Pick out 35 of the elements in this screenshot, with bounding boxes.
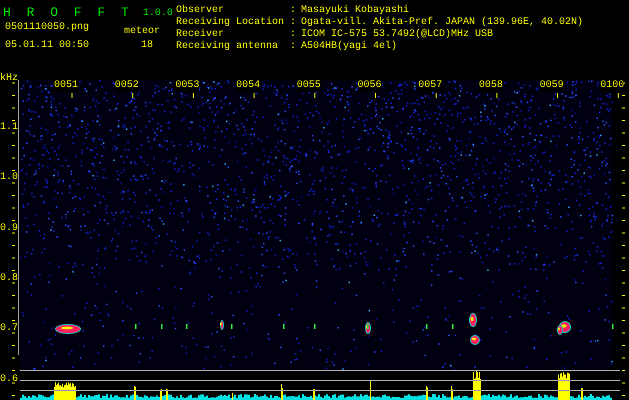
time-label: 0059 bbox=[540, 80, 564, 92]
separator: : bbox=[290, 5, 298, 17]
separator: : bbox=[290, 29, 298, 41]
axis-label: 0.9 bbox=[0, 222, 18, 235]
time-label: 0100 bbox=[600, 80, 624, 92]
time-label: 0051 bbox=[54, 80, 78, 92]
axis-label: 0.6 bbox=[0, 374, 18, 386]
info-label: Observer bbox=[176, 5, 226, 16]
info-label: Receiving antenna bbox=[176, 41, 280, 53]
separator: : bbox=[290, 41, 298, 53]
axis-label: 1.0 bbox=[0, 172, 18, 184]
separator: : bbox=[290, 17, 298, 29]
axis-label: 0.7 bbox=[0, 323, 18, 336]
app-title: H R O F F T bbox=[3, 6, 133, 20]
axis-label: 0.8 bbox=[0, 272, 18, 285]
date-time: 05.01.11 00:50 bbox=[5, 40, 90, 52]
time-label: 0058 bbox=[478, 80, 503, 92]
info-label: Receiving Location bbox=[176, 17, 286, 28]
time-label: 0056 bbox=[358, 80, 382, 92]
file-name: 0501110050.png bbox=[5, 22, 90, 34]
app-version: 1.0.0 bbox=[142, 8, 173, 20]
axis-label: 1.1 bbox=[0, 122, 18, 134]
info-value: A504HB(yagi 4el) bbox=[301, 41, 398, 53]
time-label: 0054 bbox=[236, 80, 260, 92]
time-label: 0055 bbox=[296, 80, 321, 92]
time-label: 0053 bbox=[175, 80, 200, 92]
meteor-label: meteor bbox=[124, 26, 160, 38]
meteor-count: 18 bbox=[141, 40, 154, 52]
info-value: Ogata-vill. Akita-Pref. JAPAN (139.96E, 40.02N) bbox=[301, 17, 584, 28]
info-value: Masayuki Kobayashi bbox=[301, 5, 410, 16]
time-label: 0052 bbox=[114, 80, 139, 92]
axis-unit: kHz bbox=[0, 73, 18, 85]
info-value: ICOM IC-575 53.7492(@LCD)MHz USB bbox=[301, 29, 494, 40]
info-label: Receiver bbox=[176, 29, 226, 40]
time-label: 0057 bbox=[418, 80, 442, 92]
